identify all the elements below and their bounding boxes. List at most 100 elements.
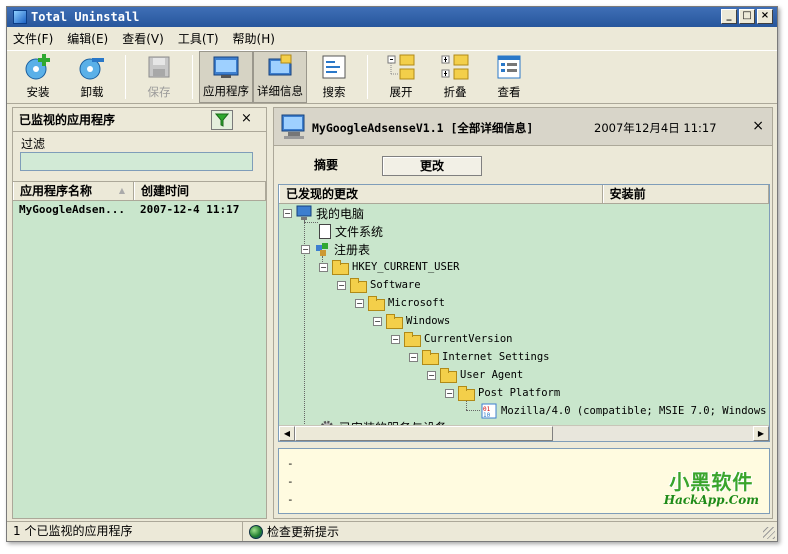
- watermark-url: HackApp.Com: [663, 493, 759, 507]
- collapse-toggle-icon[interactable]: −: [445, 388, 454, 398]
- collapse-toggle-icon[interactable]: −: [337, 280, 346, 290]
- tree-node-post-platform[interactable]: − Post Platform: [445, 384, 560, 402]
- status-update-hint[interactable]: 检查更新提示: [243, 523, 339, 540]
- tree-node-file-system[interactable]: 文件系统: [319, 222, 383, 240]
- menu-edit[interactable]: 编辑(E): [67, 30, 108, 47]
- scroll-right-icon[interactable]: ▶: [753, 426, 769, 441]
- changes-tree: − 我的电脑 文件系统 − 注册表 − HKEY_CURRENT_USER − …: [279, 204, 769, 435]
- tree-connector: [466, 410, 480, 411]
- registry-folder-icon: [386, 314, 403, 329]
- collapse-toggle-icon[interactable]: −: [409, 352, 418, 362]
- registry-folder-icon: [458, 386, 475, 401]
- tree-node-registry[interactable]: − 注册表: [301, 240, 370, 258]
- apps-button[interactable]: 应用程序: [199, 51, 253, 103]
- resize-grip-icon[interactable]: [763, 527, 775, 539]
- horizontal-scrollbar[interactable]: ◀ ▶: [279, 425, 769, 441]
- registry-folder-icon: [368, 296, 385, 311]
- main-window: Total Uninstall _ □ × 文件(F) 编辑(E) 查看(V) …: [6, 6, 778, 542]
- column-app-name[interactable]: 应用程序名称 ▲: [13, 182, 135, 200]
- details-close-icon[interactable]: ×: [752, 118, 764, 134]
- status-update-text: 检查更新提示: [267, 525, 340, 539]
- search-label: 搜索: [322, 85, 346, 99]
- uninstall-button[interactable]: 卸载: [65, 51, 119, 103]
- view-icon: [494, 52, 524, 82]
- tree-node-registry-value[interactable]: 01 10 Mozilla/4.0 (compatible; MSIE 7.0; …: [481, 402, 769, 420]
- tree-node-hkcu[interactable]: − HKEY_CURRENT_USER: [319, 258, 459, 276]
- tab-changes[interactable]: 更改: [382, 156, 482, 176]
- tree-node-my-computer[interactable]: − 我的电脑: [283, 204, 364, 222]
- column-created[interactable]: 创建时间: [134, 182, 266, 200]
- title-bar[interactable]: Total Uninstall _ □ ×: [7, 7, 777, 27]
- details-label: 详细信息: [257, 84, 303, 98]
- details-pane: MyGoogleAdsenseV1.1 [全部详细信息] 2007年12月4日 …: [273, 107, 773, 519]
- toolbar-separator: [367, 55, 368, 99]
- tree-node-windows[interactable]: − Windows: [373, 312, 450, 330]
- menu-tools[interactable]: 工具(T): [178, 30, 219, 47]
- registry-value-icon: 0110: [481, 403, 497, 419]
- expand-button[interactable]: 展开: [374, 51, 428, 103]
- apps-label: 应用程序: [203, 84, 249, 98]
- collapse-toggle-icon[interactable]: −: [391, 334, 400, 344]
- toolbar-separator: [192, 55, 193, 99]
- changes-tree-view: 已发现的更改 安装前 − 我的电脑 文件系统 − 注册表 − HKEY_CURR…: [278, 184, 770, 442]
- uninstall-label: 卸载: [80, 85, 104, 99]
- scroll-left-icon[interactable]: ◀: [279, 426, 295, 441]
- minimize-button[interactable]: _: [721, 9, 737, 24]
- search-button[interactable]: 搜索: [307, 51, 361, 103]
- install-button[interactable]: 安装: [11, 51, 65, 103]
- filter-label: 过滤: [21, 137, 46, 151]
- menu-view[interactable]: 查看(V): [122, 30, 164, 47]
- globe-icon: [249, 524, 263, 539]
- toolbar-separator: [125, 55, 126, 99]
- collapse-toggle-icon[interactable]: −: [355, 298, 364, 308]
- tree-node-user-agent[interactable]: − User Agent: [427, 366, 523, 384]
- menu-help[interactable]: 帮助(H): [233, 30, 275, 47]
- search-icon: [319, 52, 349, 82]
- install-label: 安装: [26, 85, 50, 99]
- tree-node-microsoft[interactable]: − Microsoft: [355, 294, 445, 312]
- pane-close-icon[interactable]: ×: [241, 111, 252, 126]
- app-created-cell: 2007-12-4 11:17: [140, 203, 240, 216]
- tree-node-internet-settings[interactable]: − Internet Settings: [409, 348, 549, 366]
- install-icon: [23, 52, 53, 82]
- save-button[interactable]: 保存: [132, 51, 186, 103]
- apps-icon: [211, 52, 241, 81]
- collapse-toggle-icon[interactable]: −: [427, 370, 436, 380]
- apps-list-header: 应用程序名称 ▲ 创建时间: [13, 182, 266, 201]
- save-label: 保存: [147, 85, 171, 99]
- registry-folder-icon: [440, 368, 457, 383]
- column-before-install[interactable]: 安装前: [602, 185, 769, 203]
- registry-folder-icon: [332, 260, 349, 275]
- expand-label: 展开: [389, 85, 413, 99]
- sort-ascending-icon: ▲: [118, 186, 126, 195]
- view-button[interactable]: 查看: [482, 51, 536, 103]
- filter-input[interactable]: [20, 152, 253, 171]
- collapse-toggle-icon[interactable]: −: [319, 262, 328, 272]
- expand-icon: [386, 52, 416, 82]
- tree-header: 已发现的更改 安装前: [279, 185, 769, 204]
- window-title: Total Uninstall: [31, 10, 140, 24]
- collapse-icon: [440, 52, 470, 82]
- details-button[interactable]: 详细信息: [253, 51, 307, 103]
- registry-folder-icon: [350, 278, 367, 293]
- funnel-icon: [215, 113, 229, 127]
- filter-button[interactable]: [211, 110, 233, 130]
- toolbar: 安装 卸载 保存 应用程序 详细信息 搜索 展开 折叠 查看: [7, 50, 777, 104]
- tree-node-currentversion[interactable]: − CurrentVersion: [391, 330, 513, 348]
- collapse-button[interactable]: 折叠: [428, 51, 482, 103]
- scrollbar-thumb[interactable]: [295, 426, 553, 441]
- document-icon: [319, 223, 331, 239]
- collapse-toggle-icon[interactable]: −: [301, 244, 310, 254]
- menu-file[interactable]: 文件(F): [13, 30, 53, 47]
- uninstall-icon: [77, 52, 107, 82]
- close-button[interactable]: ×: [757, 9, 773, 24]
- tab-summary[interactable]: 摘要: [286, 156, 366, 176]
- collapse-toggle-icon[interactable]: −: [283, 208, 292, 218]
- collapse-toggle-icon[interactable]: −: [373, 316, 382, 326]
- tree-node-software[interactable]: − Software: [337, 276, 421, 294]
- column-changes[interactable]: 已发现的更改: [279, 185, 603, 203]
- maximize-button[interactable]: □: [739, 9, 755, 24]
- list-item[interactable]: MyGoogleAdsen... 2007-12-4 11:17: [13, 201, 266, 219]
- notes-panel[interactable]: - - - 小黑软件 HackApp.Com: [278, 448, 770, 514]
- computer-icon: [296, 205, 312, 220]
